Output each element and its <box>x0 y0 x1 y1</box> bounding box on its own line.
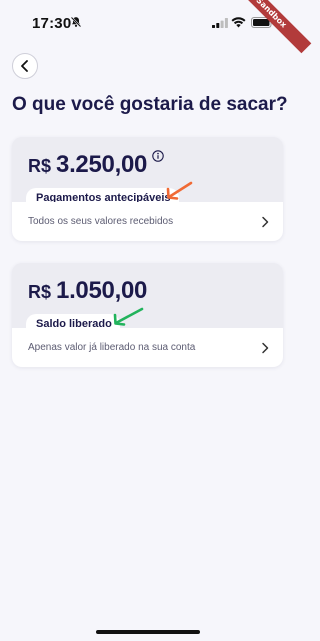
amount-value: 1.050,00 <box>56 277 148 304</box>
info-icon[interactable] <box>152 150 164 162</box>
cellular-signal-icon <box>212 18 228 28</box>
amount-value: 3.250,00 <box>56 151 148 178</box>
withdraw-option-card-anticipatable[interactable]: R$ 3.250,00 Pagamentos antecipáveis Todo… <box>12 137 283 241</box>
currency-symbol: R$ <box>28 282 52 302</box>
card-description: Apenas valor já liberado na sua conta <box>28 342 196 353</box>
back-button[interactable] <box>12 53 38 79</box>
chevron-right-icon <box>261 342 269 354</box>
annotation-arrow-green-icon <box>113 307 144 326</box>
card-footer[interactable]: Apenas valor já liberado na sua conta <box>12 328 283 367</box>
wifi-icon <box>231 17 246 28</box>
card-footer[interactable]: Todos os seus valores recebidos <box>12 202 283 241</box>
card-amount: R$ 3.250,00 <box>28 150 164 179</box>
status-time: 17:30 <box>32 15 72 32</box>
card-amount: R$ 1.050,00 <box>28 277 147 305</box>
withdraw-option-card-released[interactable]: R$ 1.050,00 Saldo liberado Apenas valor … <box>12 263 283 367</box>
annotation-arrow-orange-icon <box>166 181 193 200</box>
chevron-right-icon <box>261 216 269 228</box>
card-description: Todos os seus valores recebidos <box>28 216 174 227</box>
bell-muted-icon <box>70 16 82 28</box>
home-indicator[interactable] <box>96 630 200 634</box>
page-title: O que você gostaria de sacar? <box>12 94 288 115</box>
currency-symbol: R$ <box>28 156 52 176</box>
chevron-left-icon <box>21 60 28 72</box>
status-bar: 17:30 Sandbox <box>0 0 312 54</box>
